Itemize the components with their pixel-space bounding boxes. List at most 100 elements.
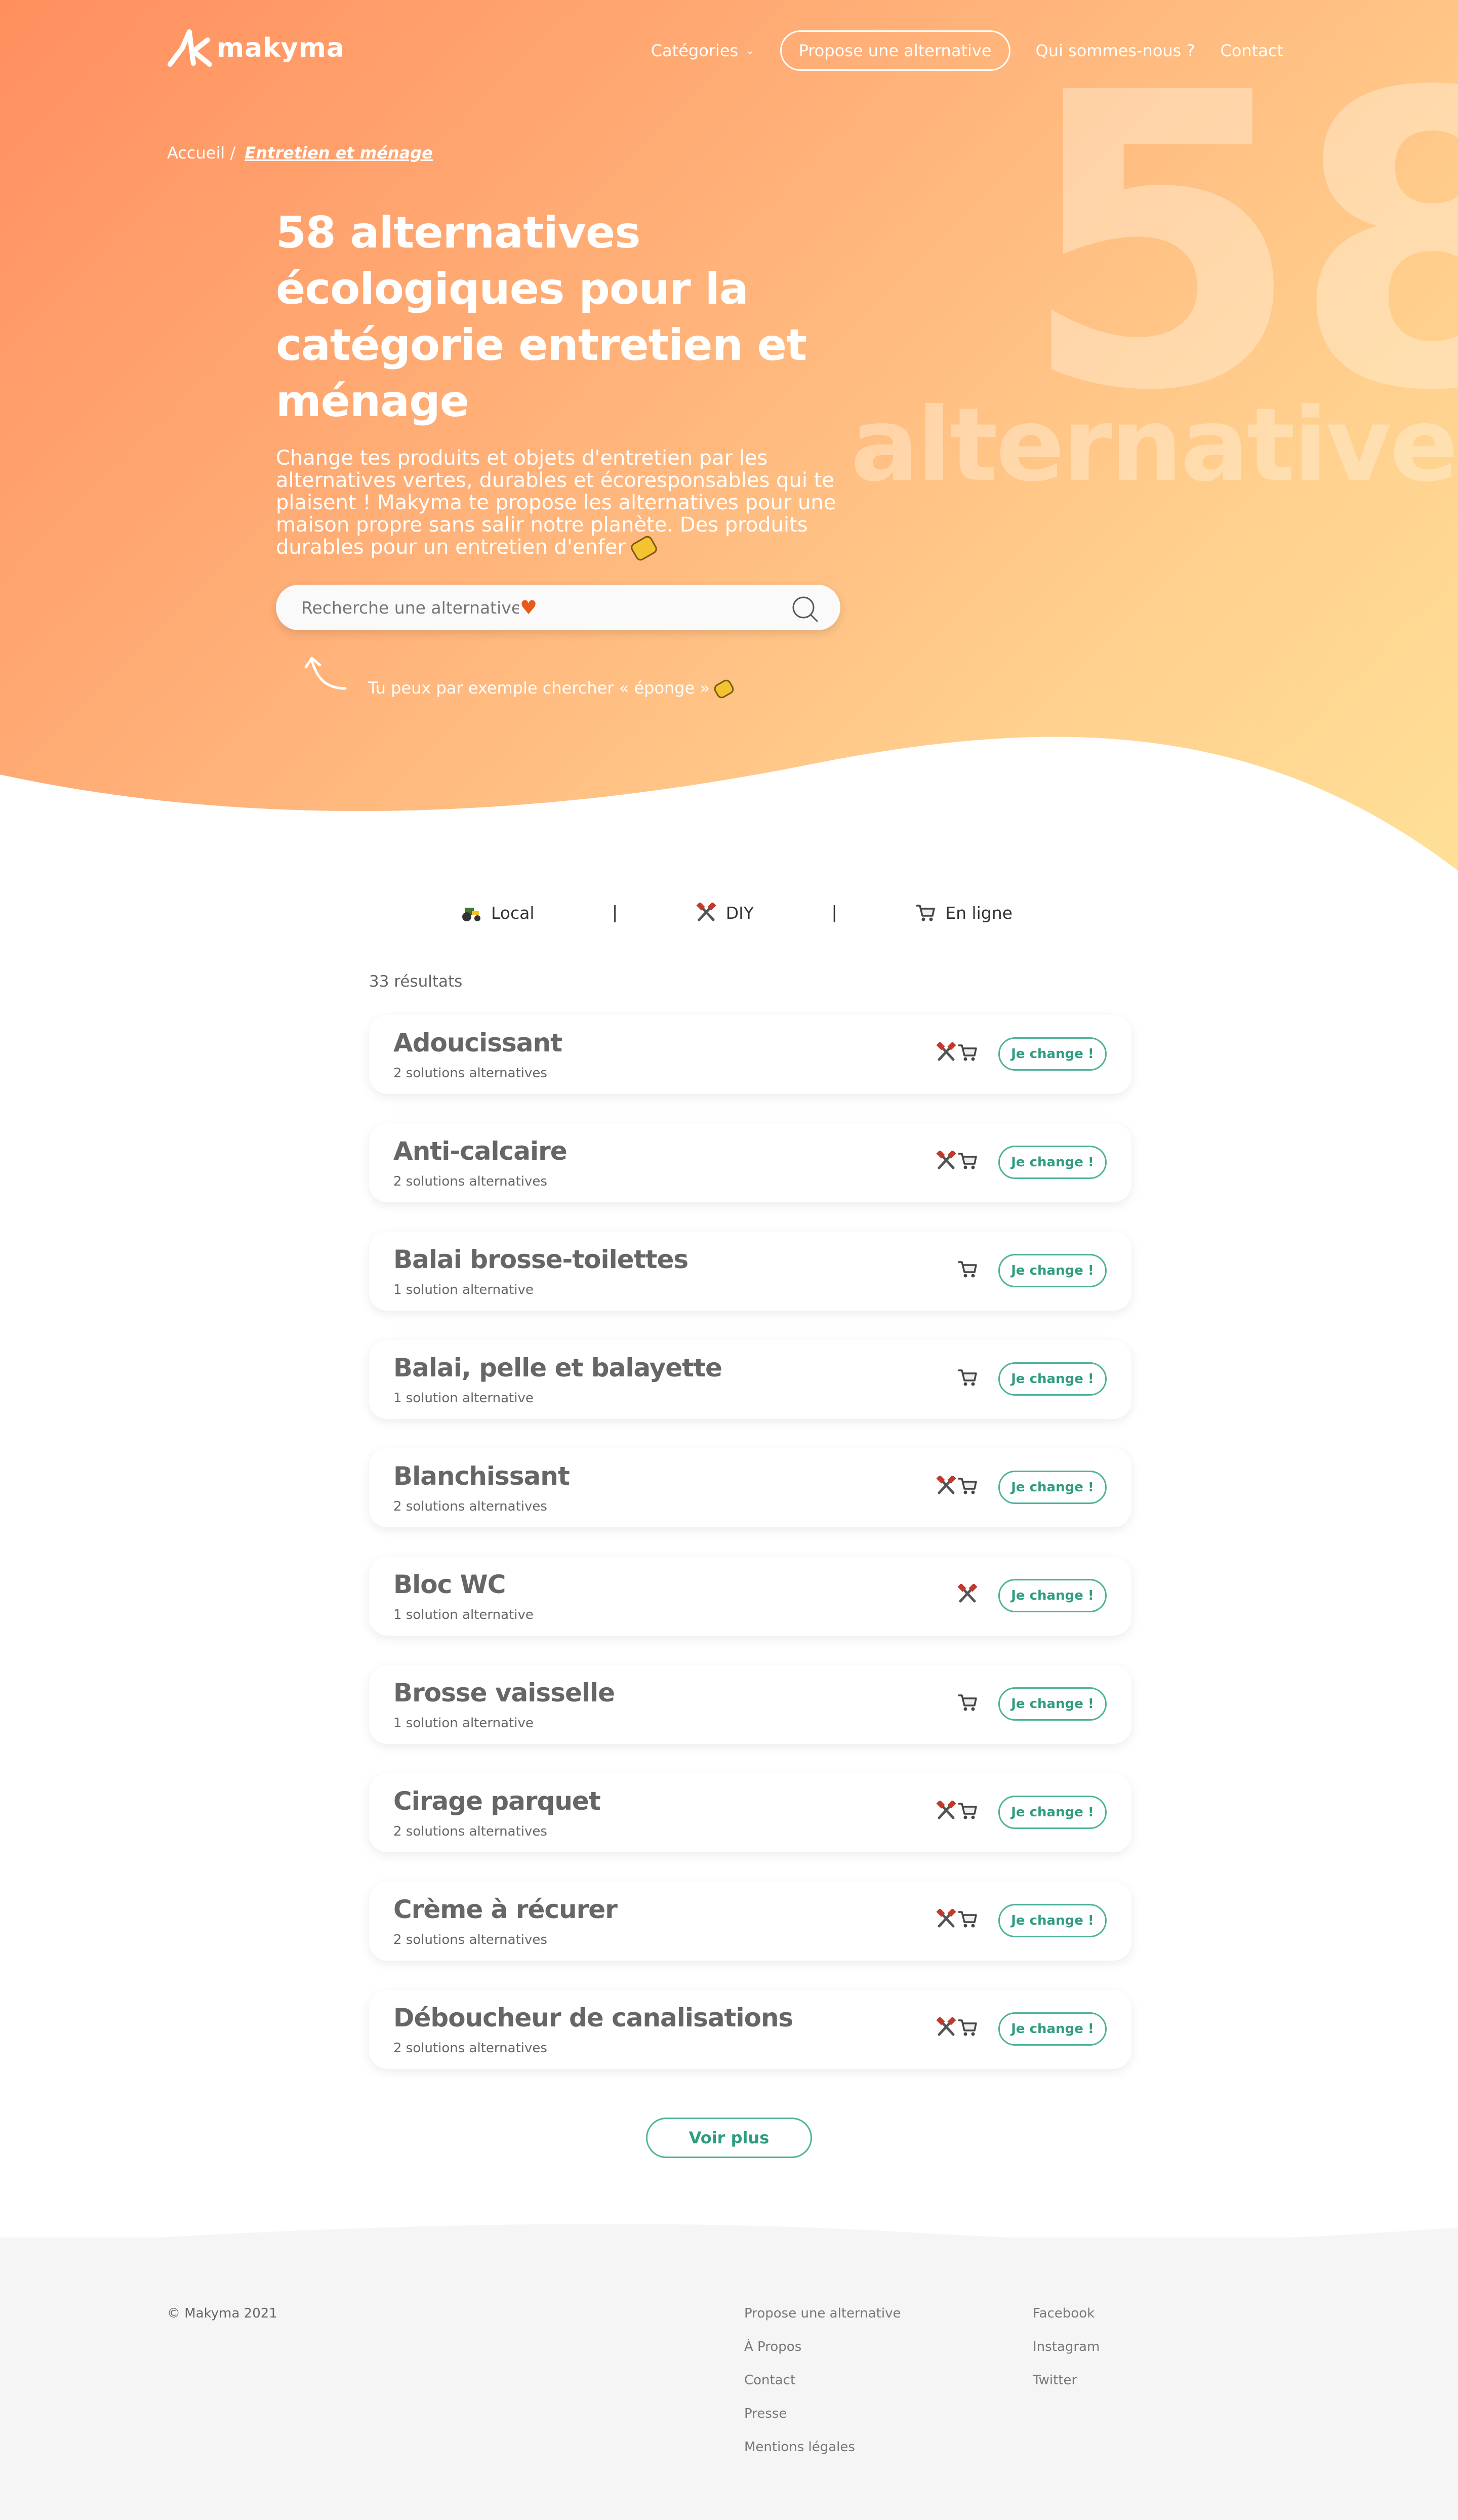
result-name: Brosse vaisselle [393,1678,615,1708]
footer-link-twitter[interactable]: Twitter [1033,2373,1100,2406]
brand-name: makyma [217,33,345,63]
footer-link-facebook[interactable]: Facebook [1033,2306,1100,2339]
je-change-button[interactable]: Je change ! [998,1904,1107,1937]
shopping-cart-icon [916,905,935,921]
result-row[interactable]: Brosse vaisselle 1 solution alternative Je… [369,1665,1131,1744]
result-name: Balai, pelle et balayette [393,1353,722,1383]
shopping-cart-icon [958,1369,977,1386]
tools-icon [936,1909,956,1928]
shopping-cart-icon [958,2019,977,2036]
result-name: Balai brosse-toilettes [393,1245,688,1274]
footer-links-main: Propose une alternative À Propos Contact… [744,2306,901,2473]
result-row[interactable]: Blanchissant 2 solutions alternatives Je c… [369,1448,1131,1527]
result-row[interactable]: Adoucissant 2 solutions alternatives Je ch… [369,1015,1131,1094]
shopping-cart-icon [958,1694,977,1711]
search-hint-text: Tu peux par exemple chercher « éponge » [368,678,710,698]
footer-links-social: Facebook Instagram Twitter [1033,2306,1100,2406]
je-change-button[interactable]: Je change ! [998,1471,1107,1504]
footer [0,2238,1458,2520]
filter-online[interactable]: En ligne [915,903,1012,923]
see-more-button[interactable]: Voir plus [646,2118,812,2158]
breadcrumb-current[interactable]: Entretien et ménage [245,143,432,162]
result-row[interactable]: Anti-calcaire 2 solutions alternatives Je … [369,1123,1131,1202]
tools-icon [936,1476,956,1494]
search-bar: ♥ [276,585,840,630]
shopping-cart-icon [958,1153,977,1169]
result-name: Déboucheur de canalisations [393,2003,793,2033]
makyma-logo-icon [168,29,212,67]
result-row[interactable]: Cirage parquet 2 solutions alternatives Je… [369,1773,1131,1852]
shopping-cart-icon [958,1044,977,1061]
tools-icon [696,903,716,921]
tools-icon [936,1801,956,1819]
nav-propose-button[interactable]: Propose une alternative [780,30,1010,71]
shopping-cart-icon [958,1261,977,1278]
footer-link-instagram[interactable]: Instagram [1033,2339,1100,2373]
result-channel-icons [935,1909,978,1929]
result-channel-icons [935,1151,978,1171]
result-name: Anti-calcaire [393,1136,568,1166]
result-count: 2 solutions alternatives [393,1932,547,1947]
sponge-icon [629,534,659,562]
result-channel-icons [956,1584,978,1604]
filter-separator: | [612,903,618,923]
je-change-button[interactable]: Je change ! [998,1579,1107,1612]
je-change-button[interactable]: Je change ! [998,1254,1107,1287]
search-icon[interactable] [790,594,820,624]
result-channel-icons [956,1692,978,1713]
filter-separator: | [831,903,837,923]
tools-icon [957,1584,978,1603]
je-change-button[interactable]: Je change ! [998,2012,1107,2046]
search-input[interactable] [300,597,520,618]
result-name: Crème à récurer [393,1895,618,1924]
nav-contact[interactable]: Contact [1221,41,1284,60]
footer-link-press[interactable]: Presse [744,2406,901,2440]
search-hint: Tu peux par exemple chercher « éponge » [368,678,736,700]
result-channel-icons [935,1042,978,1063]
result-count: 1 solution alternative [393,1391,534,1406]
result-channel-icons [956,1259,978,1279]
hero-big-word: alternatives [850,386,1458,504]
top-nav: Catégories ⌄ Propose une alternative Qui … [626,30,1283,71]
tools-icon [936,1042,956,1061]
page-title: 58 alternatives écologiques pour la caté… [276,208,807,427]
hero-wave [0,737,1458,911]
je-change-button[interactable]: Je change ! [998,1146,1107,1179]
je-change-button[interactable]: Je change ! [998,1796,1107,1829]
heart-icon: ♥ [520,596,538,619]
result-row[interactable]: Crème à récurer 2 solutions alternatives J… [369,1882,1131,1961]
filter-diy[interactable]: DIY [696,903,754,923]
result-row[interactable]: Balai brosse-toilettes 1 solution alterna… [369,1232,1131,1311]
shopping-cart-icon [958,1478,977,1494]
chevron-down-icon: ⌄ [745,44,755,57]
nav-categories[interactable]: Catégories ⌄ [651,41,755,60]
result-channel-icons [935,2017,978,2038]
je-change-button[interactable]: Je change ! [998,1037,1107,1071]
result-channel-icons [935,1476,978,1496]
result-count: 1 solution alternative [393,1282,534,1297]
result-row[interactable]: Bloc WC 1 solution alternative Je change ! [369,1557,1131,1636]
result-count: 2 solutions alternatives [393,1174,547,1189]
je-change-button[interactable]: Je change ! [998,1362,1107,1396]
shopping-cart-icon [958,1803,977,1819]
brand-logo[interactable]: makyma [167,28,345,68]
breadcrumb-home[interactable]: Accueil / [167,143,235,162]
nav-about[interactable]: Qui sommes-nous ? [1036,41,1195,60]
footer-link-contact[interactable]: Contact [744,2373,901,2406]
tools-icon [936,1151,956,1169]
filter-bar: Local | DIY | En ligne [461,900,1012,925]
filter-local[interactable]: Local [461,903,535,923]
curved-arrow-icon [304,657,347,690]
hero-description: Change tes produits et objets d'entretie… [276,447,848,562]
result-count: 2 solutions alternatives [393,2041,547,2056]
result-row[interactable]: Balai, pelle et balayette 1 solution alte… [369,1340,1131,1419]
result-row[interactable]: Déboucheur de canalisations 2 solutions a… [369,1990,1131,2069]
je-change-button[interactable]: Je change ! [998,1687,1107,1721]
result-count: 2 solutions alternatives [393,1824,547,1839]
sponge-icon [712,678,736,700]
filter-local-label: Local [491,903,535,923]
footer-link-propose[interactable]: Propose une alternative [744,2306,901,2339]
footer-link-about[interactable]: À Propos [744,2339,901,2373]
footer-link-legal[interactable]: Mentions légales [744,2440,901,2473]
result-count: 2 solutions alternatives [393,1499,547,1514]
